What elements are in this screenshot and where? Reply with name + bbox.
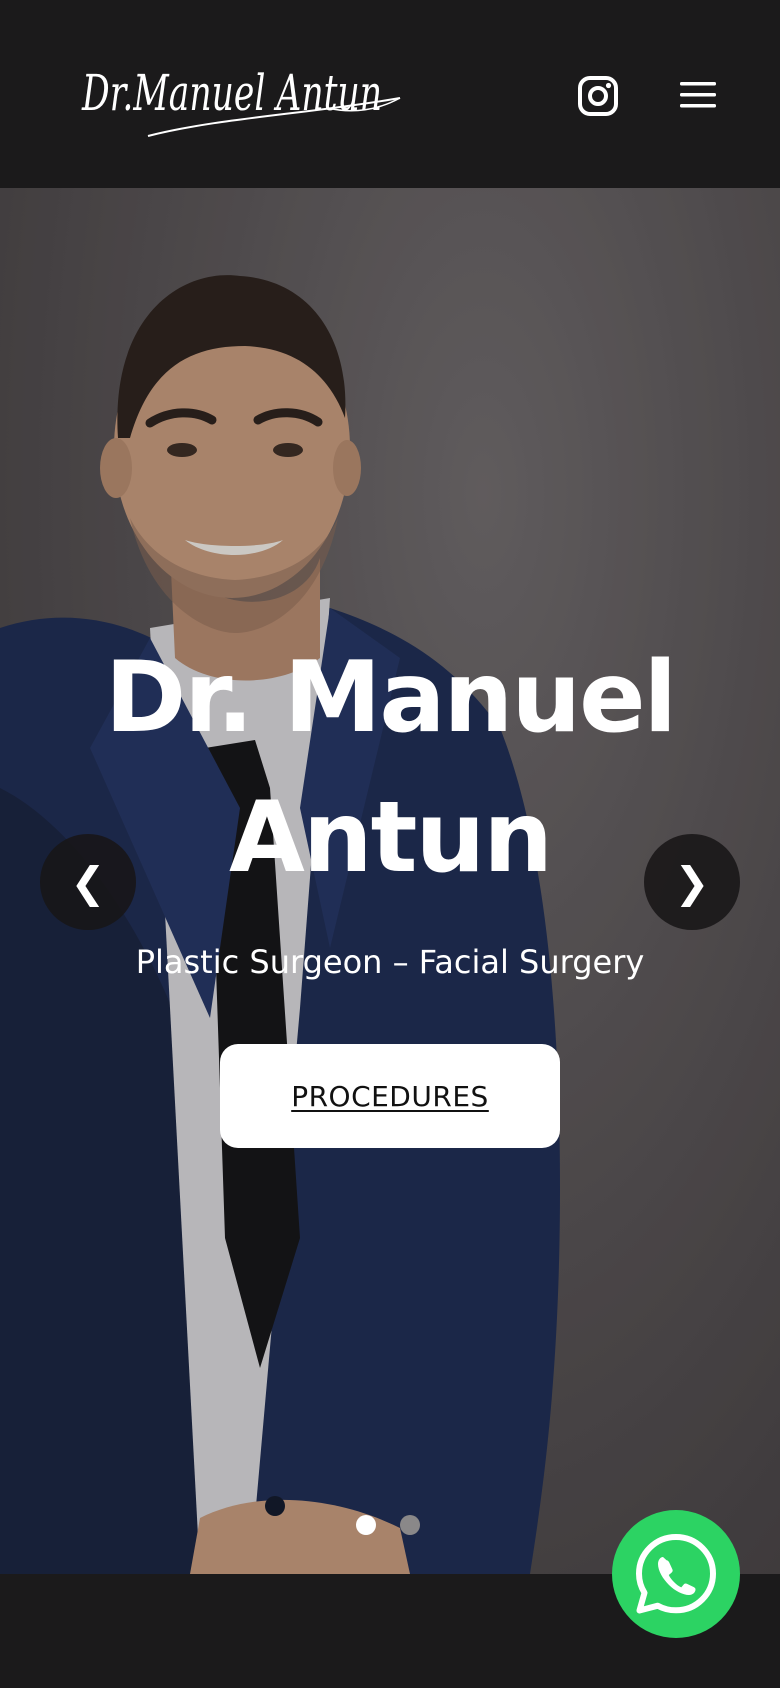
instagram-button[interactable]: [574, 72, 622, 120]
menu-button[interactable]: [676, 72, 722, 118]
procedures-button-label: PROCEDURES: [291, 1079, 489, 1113]
whatsapp-icon: [636, 1534, 716, 1614]
chevron-right-icon: ❯: [674, 857, 710, 907]
procedures-button[interactable]: PROCEDURES: [220, 1044, 560, 1148]
page: Dr.Manuel Antun Dr. Manuel Antun Plastic…: [0, 0, 780, 1688]
slider-dot-2[interactable]: [400, 1515, 420, 1535]
logo[interactable]: Dr.Manuel Antun: [78, 48, 408, 148]
instagram-icon: [578, 76, 618, 116]
hero-title-line-1: Dr. Manuel: [104, 641, 677, 755]
hamburger-menu-icon: [680, 82, 716, 108]
hero-slider: Dr. Manuel Antun Plastic Surgeon – Facia…: [0, 188, 780, 1574]
slider-prev-button[interactable]: ❮: [40, 834, 136, 930]
whatsapp-button[interactable]: [612, 1510, 740, 1638]
chevron-left-icon: ❮: [70, 857, 106, 907]
hero-subtitle: Plastic Surgeon – Facial Surgery: [135, 943, 645, 981]
logo-text: Dr.Manuel Antun: [81, 64, 382, 122]
slider-next-button[interactable]: ❯: [644, 834, 740, 930]
slider-pagination: [356, 1513, 426, 1537]
site-header: Dr.Manuel Antun: [0, 0, 780, 188]
slider-dot-1[interactable]: [356, 1515, 376, 1535]
